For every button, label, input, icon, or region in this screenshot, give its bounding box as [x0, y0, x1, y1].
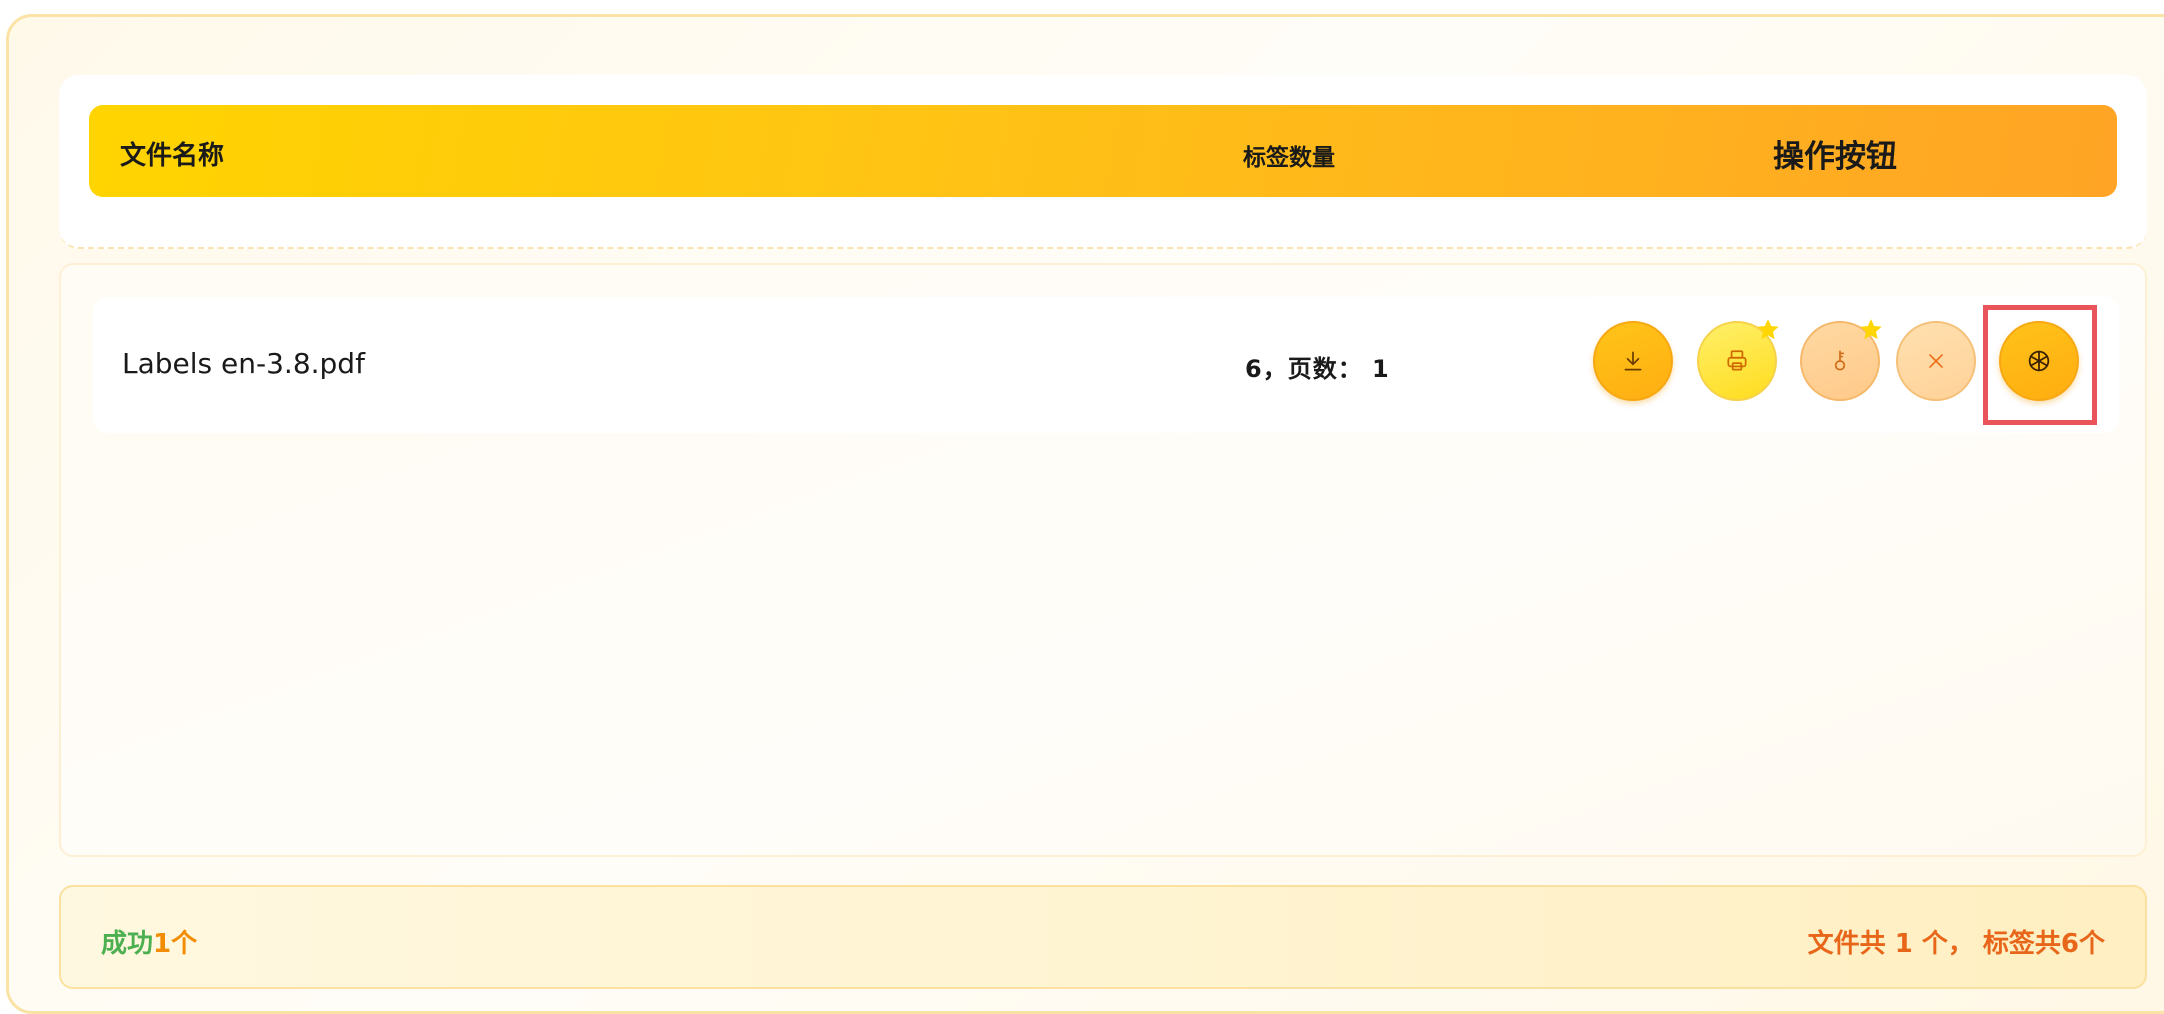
label-count: 6，页数： 1 [1245, 355, 1390, 383]
success-label: 成功 [101, 929, 154, 959]
aperture-button[interactable] [1999, 321, 2079, 401]
table-header-card: 文件名称 标签数量 操作按钮 [59, 75, 2147, 249]
status-footer: 成功1个 文件共 1 个， 标签共6个 [59, 885, 2147, 989]
table-row: Labels en-3.8.pdf 6，页数： 1 [93, 297, 2119, 433]
file-name: Labels en-3.8.pdf [122, 347, 365, 380]
app-container: 文件名称 标签数量 操作按钮 Labels en-3.8.pdf 6，页数： 1 [6, 14, 2164, 1014]
table-header-bar: 文件名称 标签数量 操作按钮 [89, 105, 2117, 197]
star-icon [1860, 319, 1882, 340]
header-file-name: 文件名称 [120, 141, 225, 171]
header-label-count: 标签数量 [1243, 145, 1335, 171]
download-button[interactable] [1593, 321, 1673, 401]
key-icon [1834, 350, 1846, 371]
print-button[interactable] [1697, 319, 1779, 401]
download-icon [1624, 351, 1642, 371]
printer-icon [1727, 350, 1747, 371]
header-actions: 操作按钮 [1773, 139, 1897, 175]
key-button[interactable] [1800, 319, 1882, 401]
aperture-icon [2028, 350, 2050, 372]
star-icon [1757, 319, 1779, 340]
total-summary: 文件共 1 个， 标签共6个 [1807, 929, 2105, 959]
delete-button[interactable] [1896, 321, 1976, 401]
success-summary: 成功1个 [101, 923, 197, 960]
close-icon [1929, 354, 1943, 368]
file-list: Labels en-3.8.pdf 6，页数： 1 [59, 263, 2147, 857]
success-count: 1个 [153, 929, 198, 959]
